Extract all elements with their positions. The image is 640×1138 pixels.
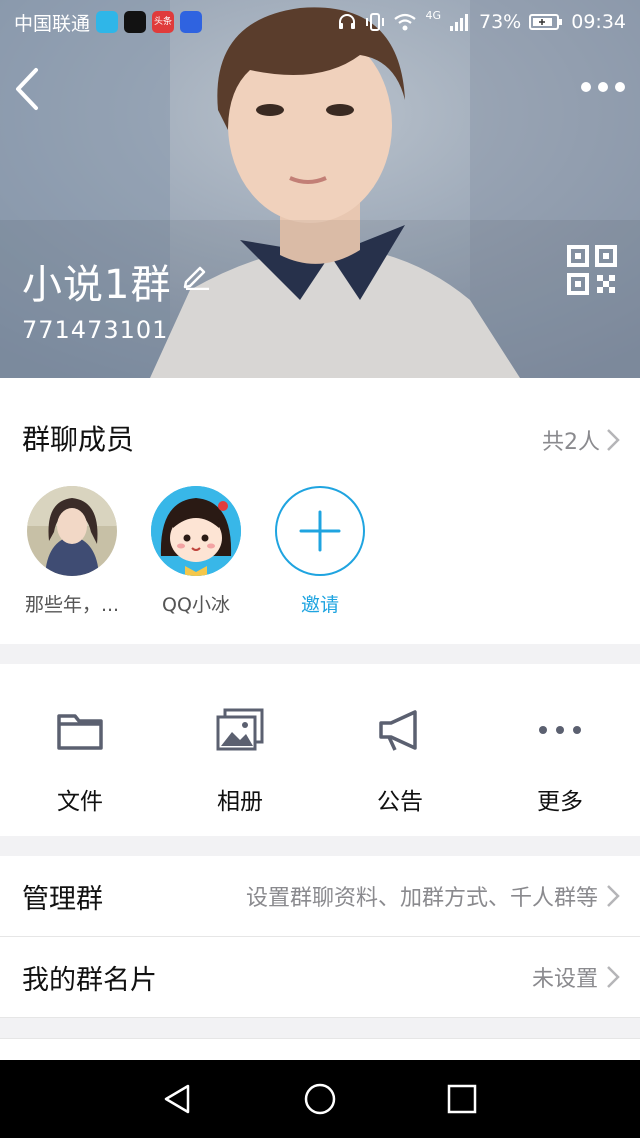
wifi-icon	[394, 13, 417, 31]
members-section: 群聊成员 共2人 那些年，... QQ小冰 邀请	[0, 378, 640, 644]
qr-code-icon[interactable]	[566, 244, 618, 296]
my-group-card-row[interactable]: 我的群名片 未设置	[0, 937, 640, 1018]
toutiao-icon: 头条	[152, 11, 175, 33]
group-header: 中国联通 头条 4G 73% 09:34 小说1群 771473101	[0, 0, 640, 378]
battery-icon	[529, 14, 563, 30]
more-options-icon[interactable]	[578, 76, 628, 98]
manage-group-row[interactable]: 管理群 设置群聊资料、加群方式、千人群等	[0, 856, 640, 937]
row-label: 我的群名片	[22, 964, 157, 996]
more-dots-icon	[539, 726, 581, 734]
more-button[interactable]: 更多	[480, 708, 640, 816]
member-name: QQ小冰	[162, 594, 230, 616]
member-item[interactable]: QQ小冰	[146, 486, 246, 617]
signal-icon	[450, 14, 468, 31]
baidu-icon	[180, 11, 203, 33]
status-bar: 中国联通 头条 4G 73% 09:34	[0, 0, 640, 44]
douyin-icon	[124, 11, 147, 33]
carrier-label: 中国联通	[14, 12, 91, 35]
row-label: 管理群	[22, 883, 103, 915]
files-label: 文件	[57, 789, 103, 815]
files-button[interactable]: 文件	[0, 708, 160, 816]
vibrate-icon	[366, 13, 385, 31]
invite-label: 邀请	[300, 594, 339, 616]
megaphone-icon	[379, 710, 417, 751]
plus-icon	[299, 510, 341, 552]
nav-recents-icon[interactable]	[445, 1082, 479, 1116]
network-type: 4G	[425, 8, 441, 22]
chevron-right-icon	[607, 429, 620, 451]
folder-icon	[57, 714, 103, 750]
edit-icon[interactable]	[182, 260, 212, 290]
member-count-link[interactable]: 共2人	[542, 424, 620, 456]
nav-back-icon[interactable]	[160, 1082, 194, 1116]
headphones-icon	[339, 14, 356, 29]
chevron-right-icon	[607, 885, 620, 907]
announcement-button[interactable]: 公告	[320, 708, 480, 816]
clock: 09:34	[571, 11, 626, 33]
row-value: 未设置	[531, 967, 598, 992]
invite-circle	[275, 486, 365, 576]
nav-home-icon[interactable]	[303, 1082, 337, 1116]
member-item[interactable]: 那些年，...	[22, 486, 122, 617]
video-app-icon	[96, 11, 119, 33]
chevron-right-icon	[607, 966, 620, 988]
more-label: 更多	[537, 789, 583, 815]
invite-button[interactable]: 邀请	[270, 486, 370, 617]
back-icon[interactable]	[12, 66, 44, 112]
members-title: 群聊成员	[22, 423, 135, 456]
cartoon-girl-avatar	[151, 486, 241, 576]
row-value: 设置群聊资料、加群方式、千人群等	[245, 886, 598, 911]
girl-photo-avatar	[27, 486, 117, 576]
settings-list: 管理群 设置群聊资料、加群方式、千人群等 我的群名片 未设置	[0, 856, 640, 1018]
member-count: 共2人	[542, 430, 600, 455]
album-label: 相册	[217, 789, 263, 815]
battery-percent: 73%	[479, 11, 522, 33]
announcement-label: 公告	[377, 789, 423, 815]
album-icon	[216, 708, 264, 751]
next-section-edge	[0, 1038, 640, 1060]
system-nav-bar	[0, 1060, 640, 1138]
album-button[interactable]: 相册	[160, 708, 320, 816]
group-id: 771473101	[22, 316, 169, 344]
member-name: 那些年，...	[24, 594, 120, 616]
quick-actions: 文件 相册 公告 更多	[0, 664, 640, 836]
group-name: 小说1群	[22, 262, 172, 308]
